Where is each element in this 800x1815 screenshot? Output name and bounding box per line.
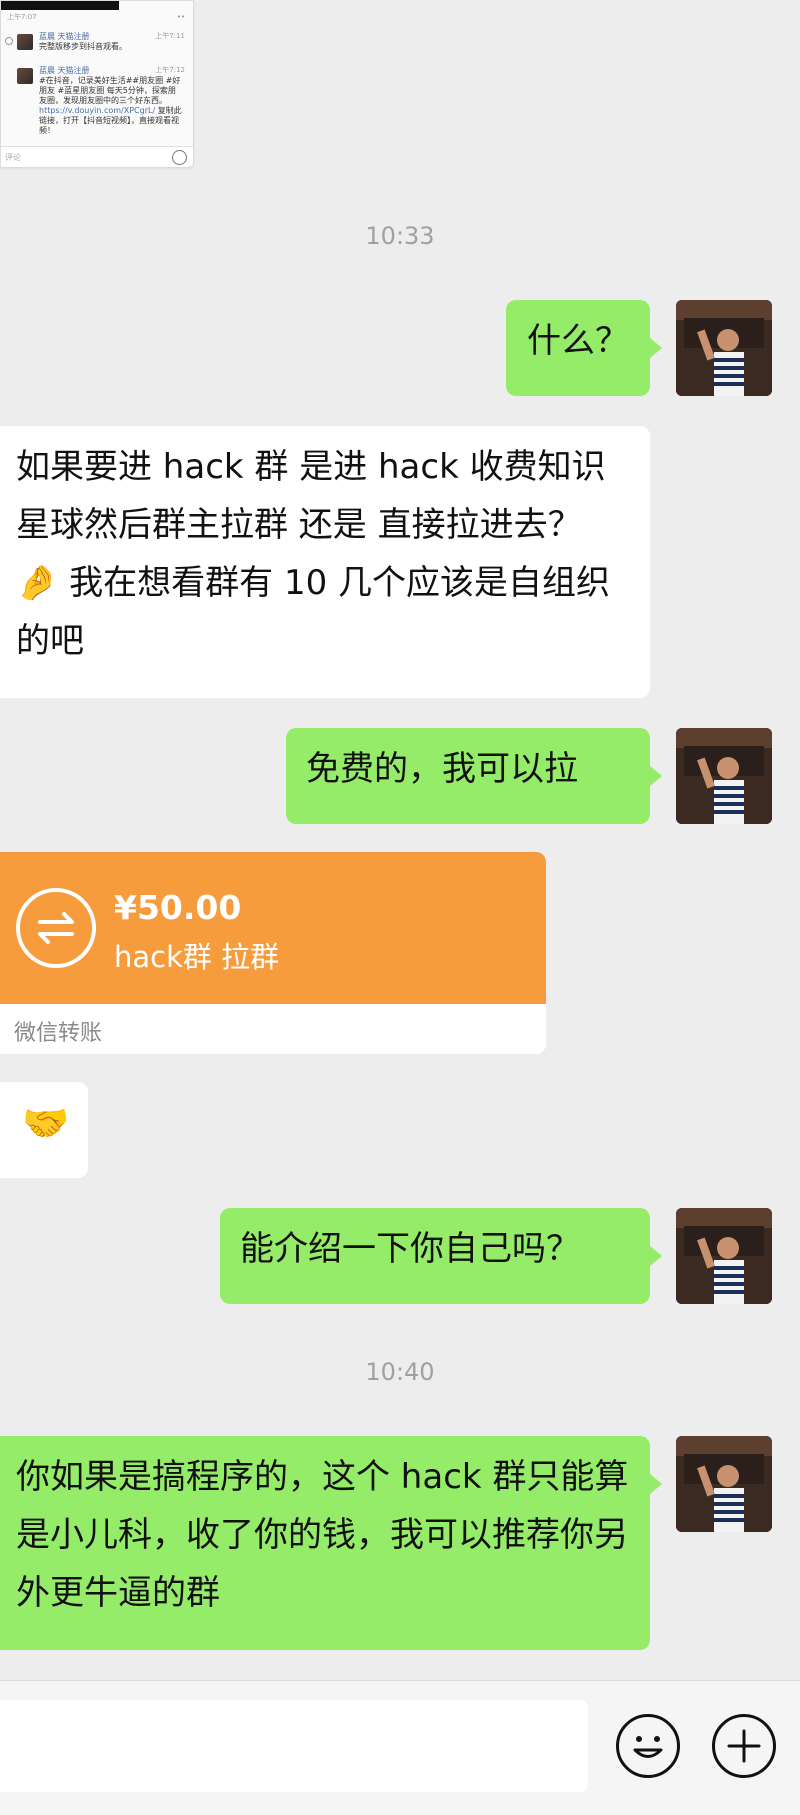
transfer-arrows-glyph [38,912,74,944]
sent-message[interactable]: 你如果是搞程序的，这个 hack 群只能算是小儿科，收了你的钱，我可以推荐你另外… [0,1436,650,1650]
timestamp: 10:40 [365,1358,435,1386]
status-bar-redaction [1,1,119,10]
quoted-status-time: 上午7:07 [7,13,37,21]
message-text: 你如果是搞程序的，这个 hack 群只能算是小儿科，收了你的钱，我可以推荐你另外… [16,1457,629,1613]
quoted-text: 完整版移步到抖音观看。 [39,42,127,51]
bubble-tail [650,1474,662,1494]
transfer-card[interactable]: ¥50.00 hack群 拉群 微信转账 [0,852,546,1054]
quoted-name: 蓝晨 天猫注册 [39,66,90,75]
quoted-comment-1: 蓝晨 天猫注册 上午7:11 完整版移步到抖音观看。 [5,31,189,61]
sent-message[interactable]: 免费的，我可以拉 [286,728,650,824]
quoted-text: #在抖音，记录美好生活##朋友圈 #好朋友 #蓝星朋友圈 每天5分钟，探索朋友圈… [39,76,183,136]
quoted-check-icon [5,37,13,45]
quoted-comment-time: 上午7:12 [155,66,185,74]
transfer-amount: ¥50.00 [114,888,242,927]
quoted-text-body: #在抖音，记录美好生活##朋友圈 #好朋友 #蓝星朋友圈 每天5分钟，探索朋友圈… [39,76,181,105]
message-text: 如果要进 hack 群 是进 hack 收费知识星球然后群主拉群 还是 直接拉进… [16,447,611,661]
avatar-portrait [676,300,772,396]
sent-message[interactable]: 能介绍一下你自己吗？ [220,1208,650,1304]
transfer-card-footer: 微信转账 [0,1004,546,1054]
message-text: 能介绍一下你自己吗？ [240,1229,580,1269]
quoted-link: https://v.douyin.com/XPCgrL/ [39,106,156,115]
avatar[interactable] [676,1208,772,1304]
plus-glyph [727,1729,761,1763]
quoted-more-icon: •• [176,13,185,21]
bubble-tail [650,1246,662,1266]
avatar[interactable] [676,1436,772,1532]
received-message[interactable]: 如果要进 hack 群 是进 hack 收费知识星球然后群主拉群 还是 直接拉进… [0,426,650,698]
quoted-image-message[interactable]: 上午7:07 •• 蓝晨 天猫注册 上午7:11 完整版移步到抖音观看。 蓝晨 … [0,0,194,168]
quoted-comment-placeholder: 评论 [5,153,21,162]
transfer-card-body: ¥50.00 hack群 拉群 [0,852,546,1004]
smiley-glyph [633,1736,663,1758]
transfer-note: hack群 拉群 [114,940,280,974]
message-input[interactable] [0,1700,588,1792]
avatar-portrait [676,728,772,824]
quoted-avatar [17,68,33,84]
bubble-tail [650,338,662,358]
transfer-label: 微信转账 [14,1021,103,1046]
quoted-comment-bar: 评论 [1,146,193,167]
timestamp: 10:33 [365,222,435,250]
quoted-avatar [17,34,33,50]
plus-circle-icon[interactable] [712,1714,776,1778]
sent-message[interactable]: 什么？ [506,300,650,396]
quoted-comment-2: 蓝晨 天猫注册 上午7:12 #在抖音，记录美好生活##朋友圈 #好朋友 #蓝星… [5,65,189,145]
smiley-icon[interactable] [616,1714,680,1778]
avatar[interactable] [676,728,772,824]
transfer-arrows-icon [16,888,96,968]
quoted-comment-time: 上午7:11 [155,32,185,40]
avatar[interactable] [676,300,772,396]
bubble-tail [650,766,662,786]
quoted-name: 蓝晨 天猫注册 [39,32,90,41]
quoted-smiley-icon [172,150,187,165]
message-text: 免费的，我可以拉 [306,749,578,789]
handshake-icon: 🤝 [22,1101,70,1145]
received-emoji-message[interactable]: 🤝 [0,1082,88,1178]
avatar-portrait [676,1436,772,1532]
avatar-portrait [676,1208,772,1304]
message-text: 什么？ [527,321,629,361]
